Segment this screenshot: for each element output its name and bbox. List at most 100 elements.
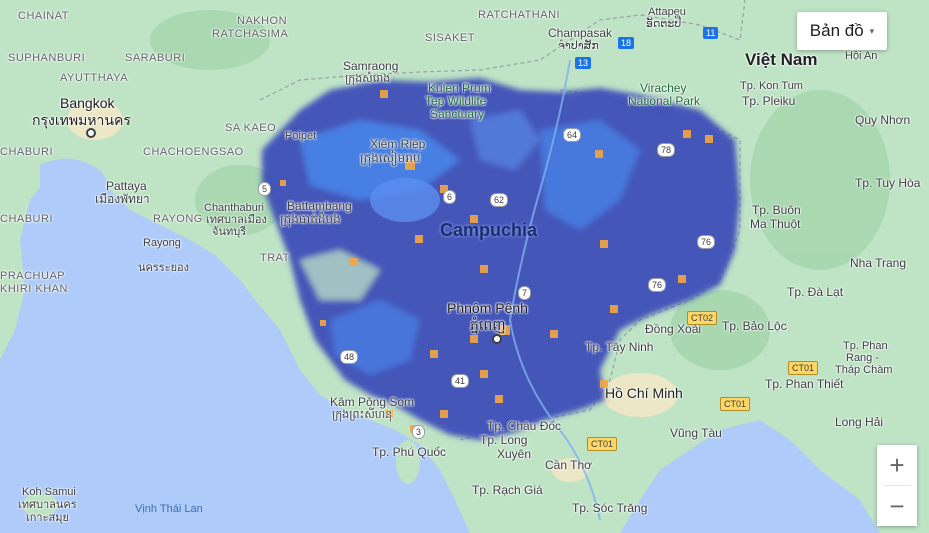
road-shield-ct01-b: CT01 bbox=[720, 397, 751, 411]
road-shield-ct02: CT02 bbox=[687, 311, 718, 325]
city-label-long-hai: Long Hải bbox=[835, 415, 884, 429]
city-label-chau-doc: Tp. Châu Đốc bbox=[487, 419, 562, 433]
road-shield-78: 78 bbox=[657, 143, 676, 157]
road-shield-ct01-a: CT01 bbox=[788, 361, 819, 375]
road-shield-64: 64 bbox=[563, 128, 582, 142]
region-label-nakhon: NAKHON bbox=[237, 15, 288, 27]
city-label-attapeu-lo: ອັດຕະປື bbox=[646, 18, 682, 30]
lake-tonle-sap bbox=[370, 178, 440, 222]
road-shield-5: 5 bbox=[258, 182, 272, 196]
city-label-kampong-som-km: ក្រុងព្រះសីហនុ bbox=[332, 409, 393, 421]
park-label-virachey-2: National Park bbox=[628, 94, 701, 108]
region-label-sa-kaeo: SA KAEO bbox=[225, 122, 277, 134]
city-label-chanthaburi-th-1: เทศบาลเมือง bbox=[206, 214, 267, 226]
water-label-gulf: Vịnh Thái Lan bbox=[135, 503, 203, 515]
city-label-samraong: Samraong bbox=[343, 59, 399, 73]
region-label-khiri-khan: KHIRI KHAN bbox=[0, 283, 68, 295]
city-label-soc-trang: Tp. Sóc Trăng bbox=[572, 501, 648, 515]
city-label-chanthaburi: Chanthaburi bbox=[204, 202, 264, 214]
city-label-kon-tum: Tp. Kon Tum bbox=[740, 80, 803, 92]
city-label-hoi-an: Hội An bbox=[845, 50, 878, 62]
city-label-bao-loc: Tp. Bảo Lộc bbox=[722, 319, 787, 333]
city-label-champasak-lo: ຈຳປາສັກ bbox=[558, 40, 599, 52]
road-shield-41: 41 bbox=[451, 374, 470, 388]
city-label-nha-trang: Nha Trang bbox=[850, 256, 907, 270]
city-label-phan-rang-1: Tp. Phan bbox=[843, 340, 888, 352]
zoom-out-button[interactable]: − bbox=[877, 486, 917, 526]
city-label-champasak: Champasak bbox=[548, 26, 613, 40]
road-shield-48: 48 bbox=[340, 350, 359, 364]
city-label-chanthaburi-th-2: จันทบุรี bbox=[212, 226, 247, 238]
city-label-long-xuyen-2: Xuyên bbox=[497, 447, 532, 461]
region-label-suphanburi: SUPHANBURI bbox=[8, 52, 86, 64]
region-label-ayutthaya: AYUTTHAYA bbox=[60, 72, 129, 84]
chevron-down-icon: ▾ bbox=[869, 25, 875, 36]
city-label-koh-samui: Koh Samui bbox=[22, 486, 76, 498]
city-label-tay-ninh: Tp. Tây Ninh bbox=[585, 340, 654, 354]
zoom-in-button[interactable]: + bbox=[877, 445, 917, 485]
park-label-kulen-3: Sanctuary bbox=[430, 107, 485, 121]
road-shield-76b: 76 bbox=[648, 278, 667, 292]
capital-dot-phnom-penh bbox=[492, 334, 502, 344]
city-label-koh-samui-th-1: เทศบาลนคร bbox=[18, 499, 77, 511]
city-label-phan-thiet: Tp. Phan Thiết bbox=[765, 377, 844, 391]
capital-dot-bangkok bbox=[86, 128, 96, 138]
region-label-saraburi: SARABURI bbox=[125, 52, 186, 64]
city-label-buon-ma-thuot-2: Ma Thuột bbox=[750, 217, 801, 231]
region-label-prachuap: PRACHUAP bbox=[0, 270, 66, 282]
city-label-dong-xoai: Đồng Xoài bbox=[645, 322, 702, 336]
road-shield-13: 13 bbox=[575, 57, 592, 69]
city-label-pattaya-th: เมืองพัทยา bbox=[95, 192, 150, 206]
city-label-phnom-penh: Phnôm Pênh bbox=[447, 300, 528, 316]
city-label-quy-nhon: Quy Nhơn bbox=[855, 113, 911, 127]
region-label-rayong: RAYONG bbox=[153, 213, 203, 225]
city-label-rayong: Rayong bbox=[143, 237, 181, 249]
city-label-kampong-som: Kâm Pông Som bbox=[330, 395, 415, 409]
road-shield-76: 76 bbox=[697, 235, 716, 249]
region-label-chaburi-1: CHABURI bbox=[0, 146, 54, 158]
region-label-sisaket: SISAKET bbox=[425, 32, 475, 44]
city-label-siem-reap-km: ក្រុងសៀមរាប bbox=[360, 151, 421, 165]
map-type-label: Bản đồ bbox=[809, 21, 864, 40]
map-canvas[interactable]: Việt Nam Campuchia CHAINAT SUPHANBURI AY… bbox=[0, 0, 929, 533]
road-shield-3: 3 bbox=[412, 425, 426, 439]
region-label-trat: TRAT bbox=[260, 252, 290, 264]
city-label-phnom-penh-km: ភ្នំពេញ bbox=[470, 317, 506, 333]
city-label-tuy-hoa: Tp. Tuy Hòa bbox=[855, 176, 921, 190]
road-shield-7: 7 bbox=[518, 286, 532, 300]
city-label-phan-rang-3: Tháp Chàm bbox=[835, 364, 893, 376]
road-shield-ct01-c: CT01 bbox=[587, 437, 618, 451]
region-label-chainat: CHAINAT bbox=[18, 10, 69, 22]
country-label-cambodia: Campuchia bbox=[440, 220, 538, 240]
city-label-pleiku: Tp. Pleiku bbox=[742, 94, 796, 108]
region-label-ratchasima: RATCHASIMA bbox=[212, 28, 289, 40]
city-label-buon-ma-thuot-1: Tp. Buôn bbox=[752, 203, 801, 217]
region-label-chachoengsao: CHACHOENGSAO bbox=[143, 146, 244, 158]
map-type-dropdown[interactable]: Bản đồ ▾ bbox=[797, 12, 887, 50]
city-label-koh-samui-th-2: เกาะสมุย bbox=[26, 512, 69, 524]
road-shield-62: 62 bbox=[490, 193, 509, 207]
road-shield-11: 11 bbox=[703, 27, 719, 39]
region-label-chaburi-2: CHABURI bbox=[0, 213, 54, 225]
city-label-bangkok-th: กรุงเทพมหานคร bbox=[32, 112, 131, 128]
city-label-phu-quoc: Tp. Phú Quốc bbox=[372, 445, 447, 459]
city-label-bangkok: Bangkok bbox=[60, 95, 115, 111]
city-label-battambang-km: ក្រុងបាត់ដំបង bbox=[280, 212, 341, 226]
city-label-attapeu: Attapeu bbox=[648, 6, 686, 18]
city-label-phan-rang-2: Rang - bbox=[846, 352, 880, 364]
city-label-long-xuyen-1: Tp. Long bbox=[480, 433, 528, 447]
road-shield-18: 18 bbox=[618, 37, 635, 49]
road-shield-6: 6 bbox=[443, 190, 457, 204]
zoom-control: + − bbox=[877, 445, 917, 526]
city-label-vung-tau: Vũng Tàu bbox=[670, 426, 722, 440]
city-label-siem-reap: Xiêm Riệp bbox=[370, 137, 426, 151]
region-label-ratchathani: RATCHATHANI bbox=[478, 9, 561, 21]
city-label-rayong-th: นครระยอง bbox=[138, 262, 190, 274]
city-label-rach-gia: Tp. Rạch Giá bbox=[472, 483, 543, 497]
city-label-da-lat: Tp. Đà Lạt bbox=[787, 285, 844, 299]
country-label-vietnam: Việt Nam bbox=[745, 50, 818, 69]
city-label-can-tho: Cần Thơ bbox=[545, 458, 593, 472]
city-label-ho-chi-minh: Hồ Chí Minh bbox=[605, 385, 683, 401]
city-label-poipet: Poipet bbox=[285, 130, 317, 142]
city-label-samraong-km: ក្រុងសំរោង bbox=[345, 73, 391, 85]
